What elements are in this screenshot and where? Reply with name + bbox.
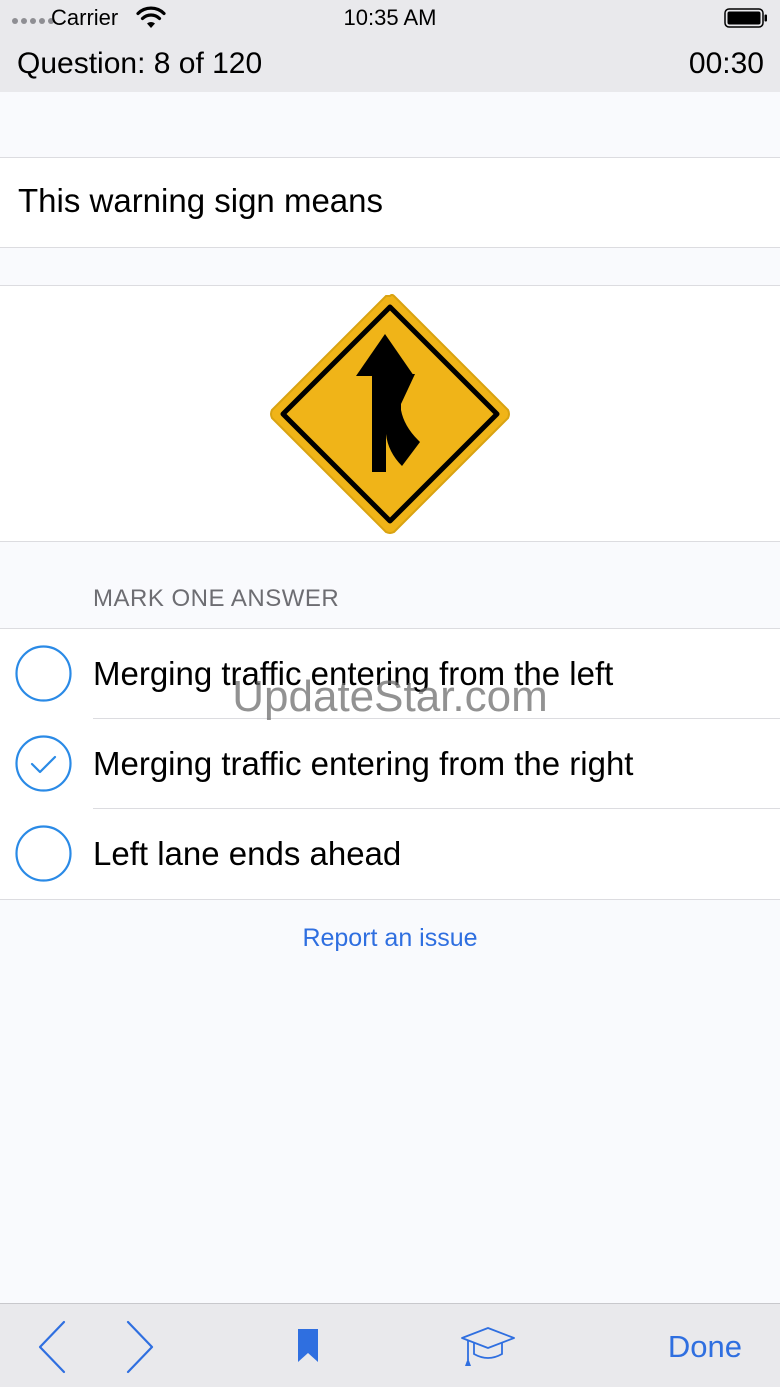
question-text: This warning sign means xyxy=(18,182,383,219)
answer-label: Left lane ends ahead xyxy=(93,835,402,872)
quiz-screen: Carrier 10:35 AM Question: 8 of 120 00:3… xyxy=(0,0,780,1387)
radio-unchecked-icon[interactable] xyxy=(15,825,72,882)
radio-checked-icon[interactable] xyxy=(15,735,72,792)
chevron-right-icon[interactable] xyxy=(124,1320,156,1374)
answers-section-header: MARK ONE ANSWER xyxy=(93,585,340,612)
question-row: This warning sign means xyxy=(0,157,780,248)
question-image-row xyxy=(0,285,780,542)
answers-list: Merging traffic entering from the left M… xyxy=(0,628,780,900)
answer-label: Merging traffic entering from the right xyxy=(93,745,634,782)
report-issue-link[interactable]: Report an issue xyxy=(0,924,780,953)
answer-option-2[interactable]: Merging traffic entering from the right xyxy=(0,719,780,809)
status-bar: Carrier 10:35 AM xyxy=(0,0,780,38)
radio-unchecked-icon[interactable] xyxy=(15,645,72,702)
bottom-toolbar: Done xyxy=(0,1303,780,1387)
graduation-cap-icon[interactable] xyxy=(460,1324,516,1368)
answer-option-1[interactable]: Merging traffic entering from the left xyxy=(0,629,780,719)
done-button[interactable]: Done xyxy=(668,1329,742,1365)
answer-label: Merging traffic entering from the left xyxy=(93,655,614,692)
battery-icon xyxy=(724,8,767,28)
question-timer: 00:30 xyxy=(688,47,764,80)
chevron-left-icon[interactable] xyxy=(36,1320,68,1374)
answer-option-3[interactable]: Left lane ends ahead xyxy=(0,809,780,899)
merge-from-right-sign-icon xyxy=(270,294,510,534)
status-time: 10:35 AM xyxy=(343,5,437,30)
question-counter: Question: 8 of 120 xyxy=(17,47,263,80)
bookmark-icon[interactable] xyxy=(297,1328,319,1363)
header-area: Carrier 10:35 AM Question: 8 of 120 00:3… xyxy=(0,0,780,92)
